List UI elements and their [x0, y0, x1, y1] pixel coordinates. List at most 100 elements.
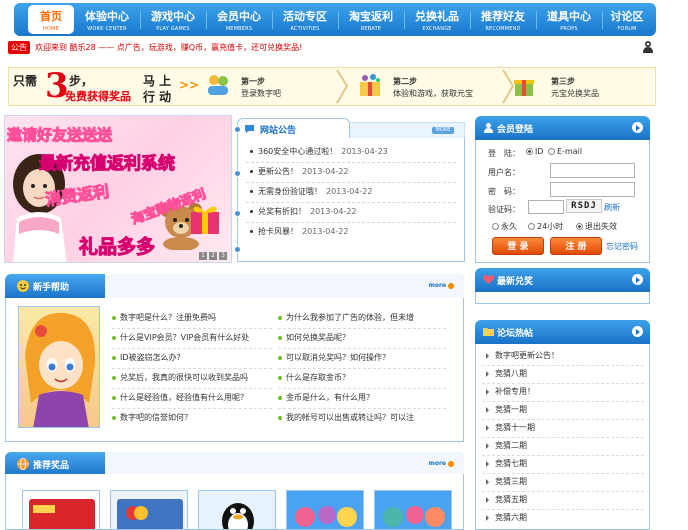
help-item[interactable]: 可以取消兑奖吗？如何操作？ — [278, 352, 390, 366]
password-input[interactable] — [550, 182, 635, 197]
help-item[interactable]: 数字吧是什么？注册免费吗 — [112, 312, 216, 326]
radio-icon[interactable] — [526, 148, 533, 155]
pager-item[interactable]: 3 — [219, 252, 227, 260]
arrow-right-icon[interactable] — [632, 274, 643, 285]
announcement-item[interactable]: 无需身份验证哦！ 2013-04-22 — [250, 186, 373, 200]
forum-item[interactable]: 竞猜三期 — [486, 476, 527, 490]
register-button[interactable]: 注 册 — [550, 237, 602, 255]
prize-item[interactable] — [286, 490, 364, 529]
help-item[interactable]: 什么是VIP会员？VIP会员有什么好处 — [112, 332, 249, 346]
nav-props[interactable]: 道具中心 PROPS — [536, 3, 602, 36]
captcha-refresh-link[interactable]: 刷新 — [604, 202, 620, 213]
bullet-dot-icon — [234, 170, 241, 177]
arrow-right-icon[interactable] — [632, 326, 643, 337]
help-header: 新手帮助 more — [5, 274, 464, 298]
nav-rebate[interactable]: 淘宝返利 REBATE — [338, 3, 404, 36]
promo-slideshow[interactable]: 邀请好友送送送 最新充值返利系统 消费返利 淘宝购物返利 礼品多多 123 — [4, 115, 232, 263]
nav-exchange[interactable]: 兑换礼品 EXCHANGE — [404, 3, 470, 36]
username-input[interactable] — [550, 163, 635, 178]
divider — [482, 365, 644, 366]
announcement-item[interactable]: 360安全中心通过啦！ 2013-04-23 — [250, 146, 388, 160]
prize-item[interactable] — [374, 490, 452, 529]
nav-home[interactable]: 首页 HOME — [28, 5, 74, 34]
help-item[interactable]: 我的帐号可以出售或转让吗？可以注 — [278, 412, 414, 426]
help-item[interactable]: 如何兑换奖品呢？ — [278, 332, 350, 346]
nav-sublabel: MEMBERS — [225, 26, 253, 32]
captcha-label: 验证码： — [488, 205, 520, 214]
step-three[interactable]: 第三步 元宝兑换奖品 — [511, 68, 641, 105]
announcement-item[interactable]: 抢卡风暴！ 2013-04-22 — [250, 226, 349, 240]
step-desc: 元宝兑换奖品 — [551, 89, 599, 98]
forum-item[interactable]: 竞猜二期 — [486, 440, 527, 454]
nav-play-games[interactable]: 游戏中心 PLAY GAMES — [140, 3, 206, 36]
nav-members[interactable]: 会员中心 MEMBERS — [206, 3, 272, 36]
arrow-right-icon[interactable] — [632, 122, 643, 133]
pager-item[interactable]: 2 — [209, 252, 217, 260]
user-icon[interactable] — [642, 40, 654, 54]
step-one[interactable]: 第一步 登录数字吧 — [205, 68, 325, 105]
help-item[interactable]: 金币是什么，有什么用？ — [278, 392, 374, 406]
forum-item[interactable]: 补偿专用！ — [486, 386, 535, 400]
remember-24h-label: 24小时 — [537, 222, 564, 231]
help-item[interactable]: ID被盗窃怎么办？ — [112, 352, 185, 366]
prize-item[interactable] — [110, 490, 188, 529]
prizes-more-link[interactable]: more — [429, 460, 454, 467]
help-item-text: 可以取消兑奖吗？如何操作？ — [286, 353, 390, 362]
divider — [278, 388, 446, 389]
captcha-input[interactable] — [528, 200, 564, 214]
divider — [246, 182, 456, 183]
help-more-link[interactable]: more — [429, 282, 454, 289]
notice-text[interactable]: 欢迎来到 酷乐28 —— 点广告，玩游戏，赚Q币，赢充值卡，还可兑换奖品! — [35, 42, 302, 53]
help-item[interactable]: 兑奖后，我真的很快可以收到奖品吗 — [112, 372, 248, 386]
announcement-item[interactable]: 更新公告！ 2013-04-22 — [250, 166, 349, 180]
nav-work-center[interactable]: 体验中心 WORK CENTER — [74, 3, 140, 36]
radio-icon[interactable] — [528, 223, 535, 230]
bullet-icon — [486, 514, 489, 521]
radio-icon[interactable] — [548, 148, 555, 155]
act-now-line2[interactable]: 行 动 — [143, 88, 171, 105]
forum-item[interactable]: 竞猜十一期 — [486, 422, 535, 436]
act-now-line1[interactable]: 马 上 — [143, 72, 171, 89]
help-item-text: 兑奖后，我真的很快可以收到奖品吗 — [120, 373, 248, 382]
nav-forum[interactable]: 讨论区 FORUM — [602, 3, 652, 36]
announcement-date: 2013-04-22 — [302, 227, 349, 236]
help-item[interactable]: 什么是存取金币？ — [278, 372, 350, 386]
forum-item[interactable]: 竞猜八期 — [486, 368, 527, 382]
prize-item[interactable] — [198, 490, 276, 529]
bullet-icon — [278, 415, 282, 420]
radio-icon[interactable] — [492, 223, 499, 230]
nav-activities[interactable]: 活动专区 ACTIVITIES — [272, 3, 338, 36]
login-method-email[interactable]: E-mail — [548, 147, 582, 156]
forum-item[interactable]: 竞猜七期 — [486, 458, 527, 472]
help-item[interactable]: 为什么我参加了广告的体验，但未增 — [278, 312, 414, 326]
remember-exit[interactable]: 退出失效 — [576, 221, 617, 232]
login-method-id[interactable]: ID — [526, 147, 544, 156]
chat-bubble-icon — [245, 125, 254, 133]
nav-sublabel: RECOMMEND — [485, 26, 521, 32]
folder-icon — [483, 328, 494, 336]
login-button[interactable]: 登 录 — [492, 237, 544, 255]
forum-item[interactable]: 数字吧更新公告！ — [486, 350, 559, 364]
forum-item-text: 竞猜十一期 — [495, 423, 535, 432]
bullet-icon — [486, 370, 489, 377]
bullet-dot-icon — [234, 210, 241, 217]
nav-recommend[interactable]: 推荐好友 RECOMMEND — [470, 3, 536, 36]
forum-item[interactable]: 竞猜六期 — [486, 512, 527, 526]
forum-item[interactable]: 竞猜五期 — [486, 494, 527, 508]
announcement-tab[interactable]: 网站公告 — [237, 118, 350, 138]
remember-24h[interactable]: 24小时 — [528, 221, 563, 232]
prize-item[interactable] — [22, 490, 100, 529]
announcement-more-link[interactable]: MORE — [432, 127, 454, 134]
pager-item[interactable]: 1 — [199, 252, 207, 260]
forum-item[interactable]: 竞猜一期 — [486, 404, 527, 418]
nav-label: 体验中心 — [85, 10, 129, 23]
help-item[interactable]: 数字吧的信誉如何？ — [112, 412, 192, 426]
remember-forever[interactable]: 永久 — [492, 221, 517, 232]
login-method-email-label: E-mail — [557, 147, 583, 156]
step-two[interactable]: 第二步 体验和游戏，获取元宝 — [357, 68, 497, 105]
help-item[interactable]: 什么是经验值，经验值有什么用呢？ — [112, 392, 248, 406]
radio-icon[interactable] — [576, 223, 583, 230]
forgot-password-link[interactable]: 忘记密码 — [606, 241, 638, 252]
announcement-item[interactable]: 兑奖有折扣！ 2013-04-22 — [250, 206, 357, 220]
nav-label: 淘宝返利 — [349, 10, 393, 23]
